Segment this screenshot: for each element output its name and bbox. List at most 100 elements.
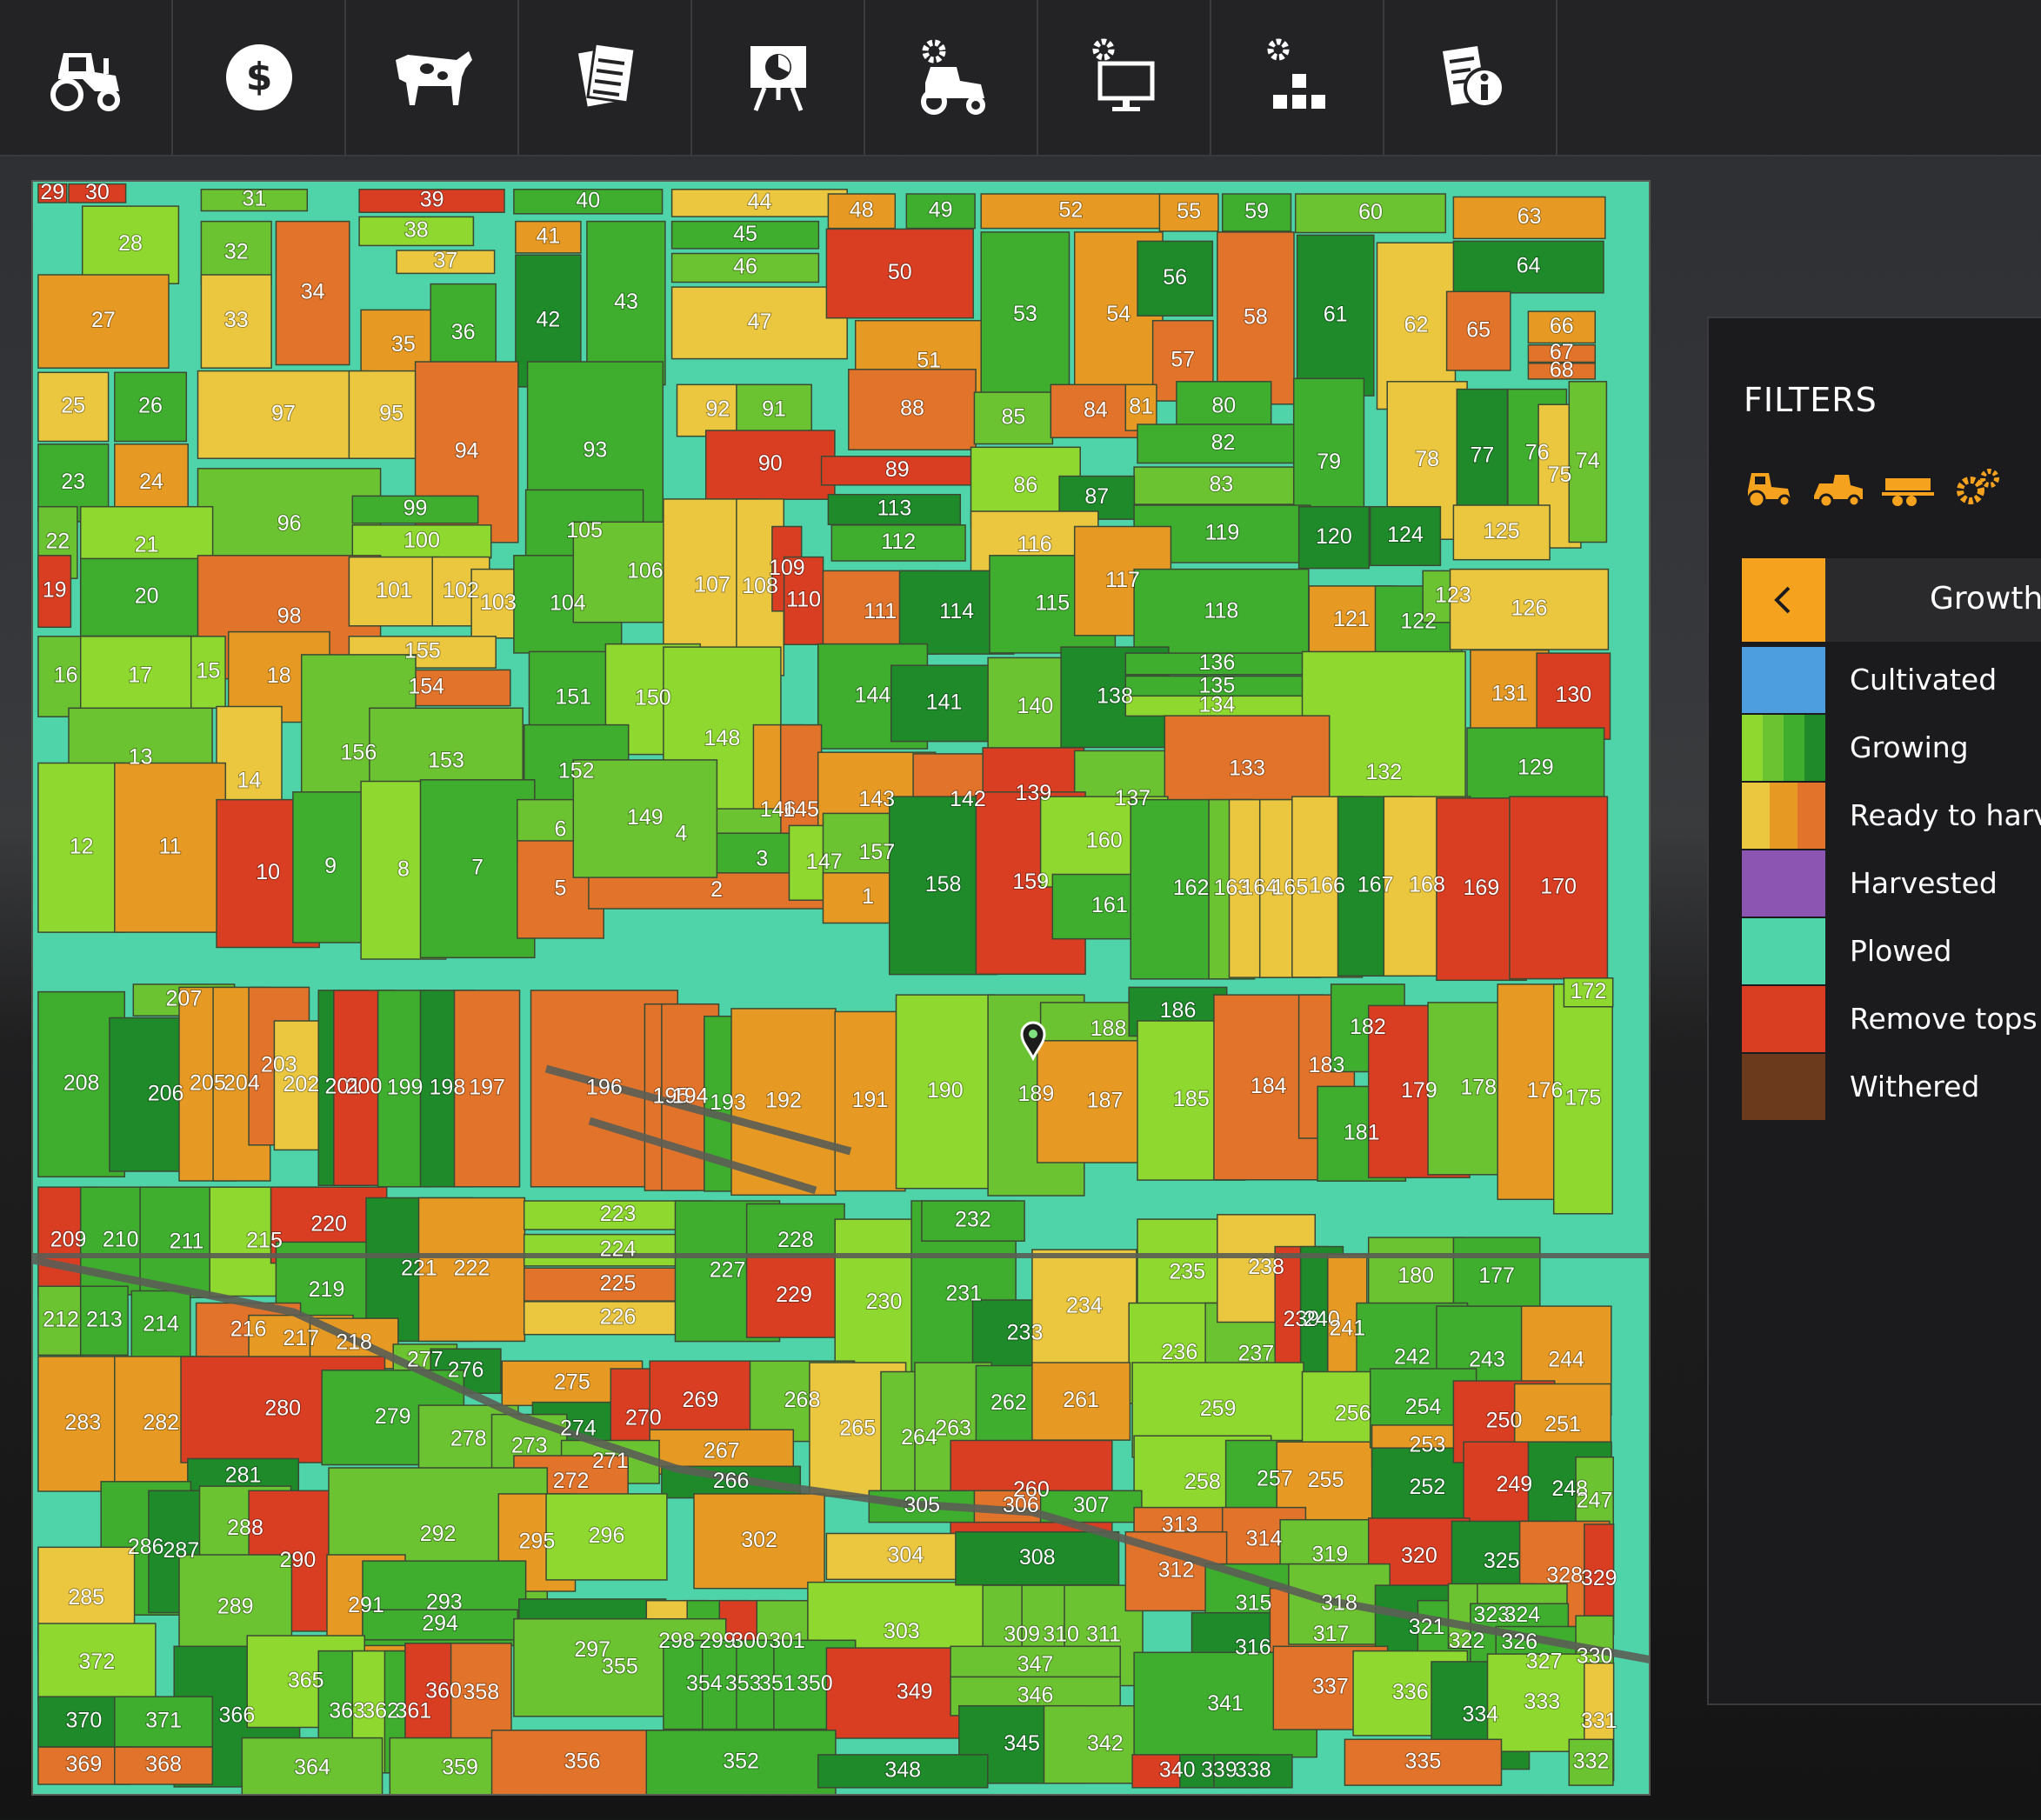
field-label: 6 [555, 817, 567, 842]
finances-button[interactable]: $ [173, 0, 346, 155]
legend-item-plowed[interactable]: Plowed [1742, 918, 2041, 986]
field-label: 287 [163, 1538, 200, 1563]
field-label: 176 [1527, 1078, 1564, 1103]
tractor-filter-icon [1747, 473, 1791, 509]
legend-item-ready-to-harve[interactable]: Ready to harve [1742, 783, 2041, 850]
field-label: 26 [138, 394, 163, 418]
field-label: 167 [1357, 873, 1394, 897]
growth-header: Growth [1742, 558, 2041, 642]
field-label: 141 [926, 690, 963, 715]
field-label: 49 [929, 197, 953, 222]
field-label: 236 [1162, 1340, 1198, 1364]
field-label: 7 [471, 856, 484, 880]
field-label: 294 [422, 1611, 458, 1636]
field-label: 331 [1581, 1709, 1617, 1733]
field-label: 290 [280, 1548, 317, 1572]
field-label: 300 [731, 1629, 768, 1653]
field-label: 187 [1087, 1089, 1124, 1113]
field-label: 62 [1404, 312, 1429, 337]
field-label: 13 [129, 745, 153, 770]
field-label: 16 [54, 663, 78, 688]
field-label: 44 [748, 190, 772, 214]
display-settings-icon [1092, 38, 1154, 111]
field-label: 317 [1313, 1622, 1350, 1646]
legend-swatch [1742, 1054, 1825, 1120]
field-label: 192 [765, 1089, 802, 1113]
field-label: 4 [676, 821, 688, 845]
field-label: 63 [1517, 204, 1542, 229]
legend-label: Harvested [1850, 866, 1998, 900]
field-label: 142 [950, 787, 986, 811]
field-label: 116 [1017, 532, 1052, 557]
field-label: 213 [86, 1307, 123, 1331]
vehicle-settings-button[interactable] [865, 0, 1038, 155]
field-label: 36 [451, 320, 476, 344]
filter-tab-tractor[interactable] [1738, 457, 1799, 518]
previous-filter-button[interactable] [1742, 558, 1825, 642]
legend-item-growing[interactable]: Growing [1742, 715, 2041, 783]
filter-tab-gears[interactable] [1947, 457, 2008, 518]
field-label: 299 [699, 1629, 736, 1653]
field-label: 244 [1548, 1347, 1584, 1371]
field-label: 132 [1365, 760, 1402, 784]
field-label: 158 [925, 872, 962, 897]
field-label: 58 [1244, 305, 1268, 330]
field-label: 265 [839, 1416, 876, 1440]
field-label: 202 [283, 1072, 320, 1097]
dollar-icon: $ [225, 44, 292, 110]
production-settings-icon [1267, 38, 1325, 109]
legend-item-remove-tops[interactable]: Remove tops [1742, 986, 2041, 1054]
field-label: 38 [404, 217, 429, 242]
field-label: 169 [1464, 876, 1500, 900]
filter-tab-harvester[interactable] [1808, 457, 1869, 518]
field-label: 262 [990, 1390, 1027, 1415]
field-label: 219 [309, 1277, 345, 1302]
field-label: 35 [391, 332, 416, 357]
field-label: 354 [686, 1671, 723, 1696]
animals-button[interactable] [346, 0, 519, 155]
field-label: 319 [1311, 1543, 1348, 1567]
field-label: 308 [1019, 1545, 1056, 1570]
legend-item-cultivated[interactable]: Cultivated [1742, 647, 2041, 715]
legend-item-harvested[interactable]: Harvested [1742, 850, 2041, 918]
tractor-button[interactable] [0, 0, 173, 155]
field-label: 84 [1084, 398, 1108, 423]
field-label: 371 [145, 1709, 182, 1733]
field-label: 152 [558, 759, 595, 783]
field-label: 254 [1405, 1395, 1442, 1419]
production-settings-button[interactable] [1211, 0, 1384, 155]
field-label: 341 [1207, 1691, 1244, 1716]
legend-item-withered[interactable]: Withered [1742, 1054, 2041, 1122]
field-label: 147 [806, 850, 843, 874]
field-label: 276 [448, 1357, 484, 1382]
field-map-canvas[interactable]: 29 30 31 39 40 44 48 49 52 55 59 60 6328 323438374142… [33, 182, 1651, 1796]
field-label: 255 [1308, 1468, 1344, 1492]
field-label: 19 [43, 578, 67, 603]
field-label: 60 [1358, 200, 1383, 224]
field-map[interactable]: 29 30 31 39 40 44 48 49 52 55 59 60 63 28 32 34 38 37 41 42… [31, 180, 1651, 1796]
display-settings-button[interactable] [1038, 0, 1211, 155]
field-label: 234 [1066, 1294, 1103, 1318]
field-label: 242 [1394, 1345, 1431, 1370]
field-label: 103 [480, 590, 517, 615]
field-label: 198 [430, 1075, 466, 1099]
field-label: 96 [277, 511, 302, 536]
field-label: 335 [1405, 1749, 1442, 1773]
field-label: 346 [1017, 1683, 1054, 1707]
field-label: 352 [723, 1750, 759, 1774]
field-label: 120 [1316, 524, 1352, 549]
contracts-button[interactable] [519, 0, 692, 155]
field-label: 24 [139, 470, 163, 494]
field-label: 82 [1211, 430, 1236, 455]
field-label: 66 [1550, 314, 1574, 338]
field-label: 9 [324, 854, 337, 878]
field-label: 39 [420, 188, 444, 212]
field-label: 41 [536, 223, 560, 248]
field-label: 150 [635, 686, 671, 710]
help-button[interactable] [1384, 0, 1557, 155]
field-label: 231 [945, 1282, 982, 1306]
field-label: 186 [1160, 998, 1197, 1023]
filter-tab-trailer[interactable] [1878, 457, 1938, 518]
statistics-button[interactable] [692, 0, 865, 155]
field-label: 91 [762, 397, 786, 422]
